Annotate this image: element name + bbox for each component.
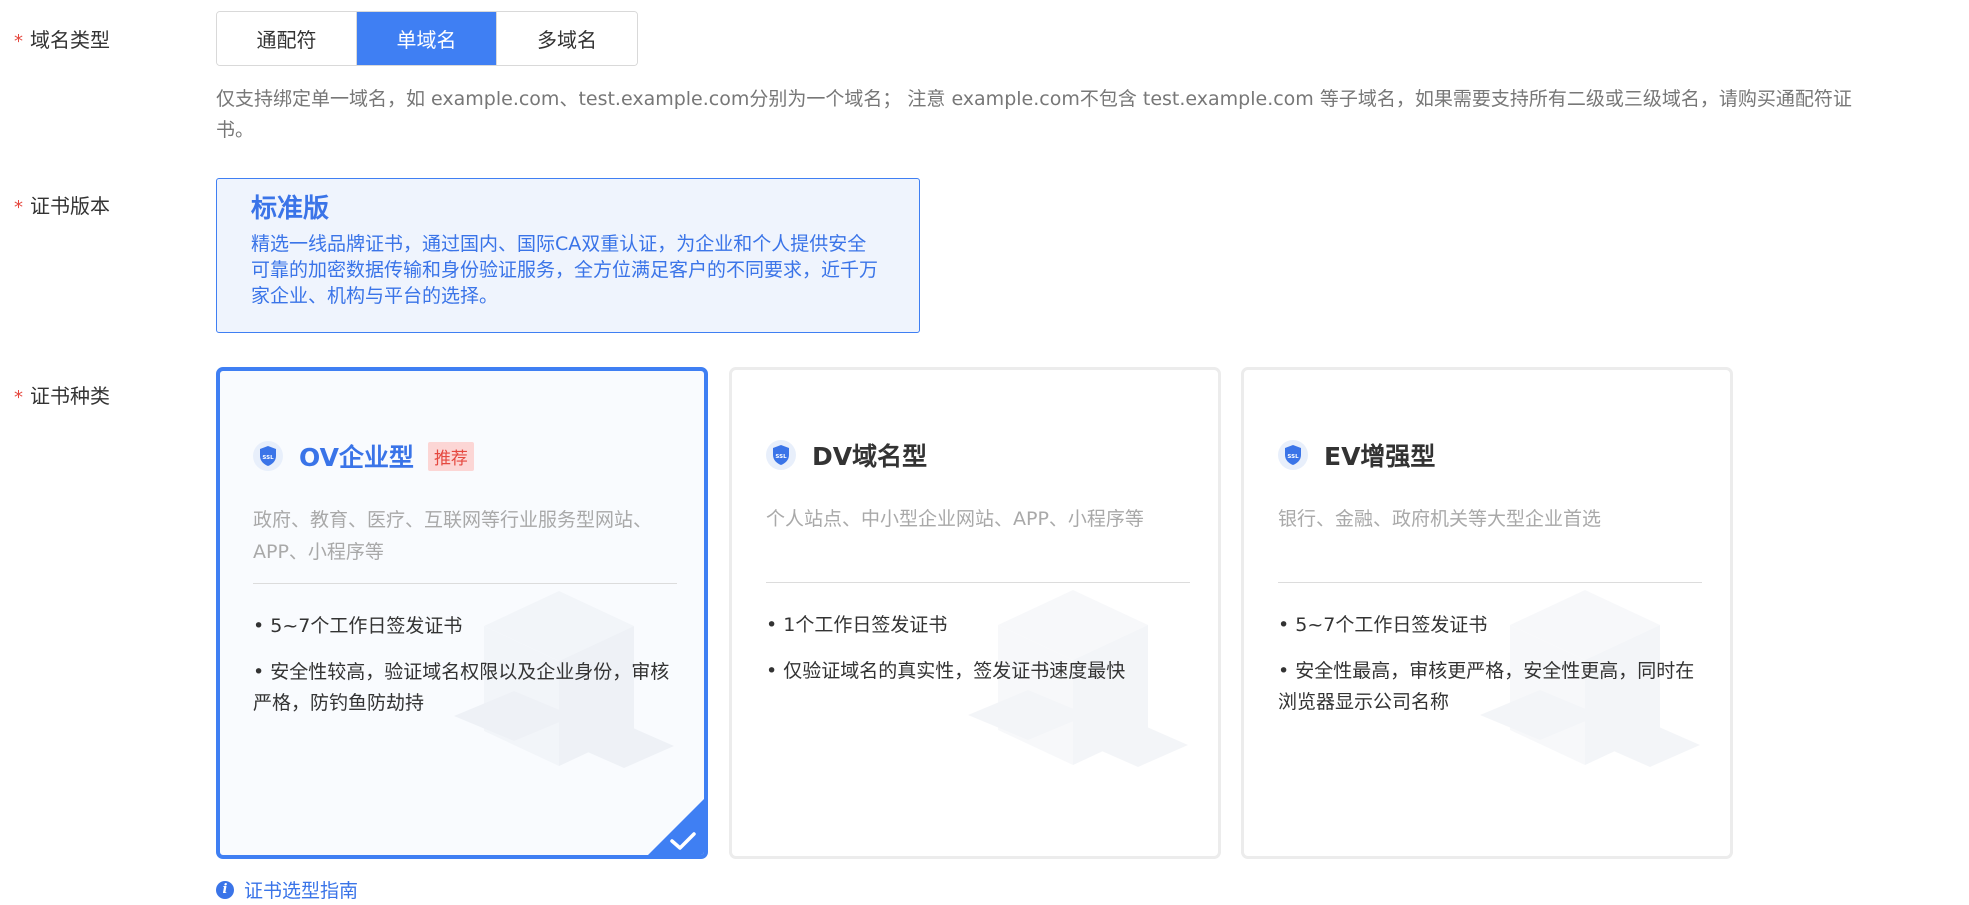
card-feature: • 仅验证域名的真实性，签发证书速度最快 <box>766 660 1126 682</box>
ssl-shield-icon: SSL <box>766 440 796 470</box>
card-features: • 5~7个工作日签发证书 • 安全性最高，审核更严格，安全性更高，同时在浏览器… <box>1278 610 1708 733</box>
cert-version-desc: 精选一线品牌证书，通过国内、国际CA双重认证，为企业和个人提供安全可靠的加密数据… <box>251 233 879 307</box>
card-features: • 5~7个工作日签发证书 • 安全性较高，验证域名权限以及企业身份，审核严格，… <box>253 611 683 734</box>
info-icon: i <box>216 880 234 899</box>
domain-type-single-button[interactable]: 单域名 <box>357 12 497 65</box>
cert-version-title: 标准版 <box>251 194 330 224</box>
card-subtitle: 政府、教育、医疗、互联网等行业服务型网站、APP、小程序等 <box>253 509 653 563</box>
domain-type-label: * 域名类型 <box>14 28 110 52</box>
card-features: • 1个工作日签发证书 • 仅验证域名的真实性，签发证书速度最快 <box>766 610 1196 702</box>
ssl-purchase-form: * 域名类型 通配符 单域名 多域名 仅支持绑定单一域名，如 example.co… <box>0 0 1969 905</box>
guide-link-text: 证书选型指南 <box>244 880 359 902</box>
required-mark: * <box>14 31 23 52</box>
card-divider <box>253 583 677 584</box>
card-subtitle: 银行、金融、政府机关等大型企业首选 <box>1278 508 1602 530</box>
ssl-shield-icon: SSL <box>253 441 283 471</box>
card-subtitle: 个人站点、中小型企业网站、APP、小程序等 <box>766 508 1144 530</box>
cert-version-standard-card[interactable]: 标准版 精选一线品牌证书，通过国内、国际CA双重认证，为企业和个人提供安全可靠的… <box>216 178 920 333</box>
recommend-badge: 推荐 <box>427 441 474 471</box>
domain-type-hint: 仅支持绑定单一域名，如 example.com、test.example.com… <box>216 88 1852 141</box>
card-header: SSL OV企业型 推荐 <box>253 438 474 474</box>
card-title: EV增强型 <box>1324 442 1436 471</box>
card-feature: • 1个工作日签发证书 <box>766 614 948 636</box>
card-feature: • 5~7个工作日签发证书 <box>1278 614 1488 636</box>
domain-type-multi-button[interactable]: 多域名 <box>497 12 637 65</box>
cert-type-card-ov[interactable]: SSL OV企业型 推荐 政府、教育、医疗、互联网等行业服务型网站、APP、小程… <box>216 367 708 859</box>
card-feature: • 安全性最高，审核更严格，安全性更高，同时在浏览器显示公司名称 <box>1278 660 1695 713</box>
svg-text:SSL: SSL <box>262 455 274 461</box>
card-feature: • 5~7个工作日签发证书 <box>253 615 463 637</box>
required-mark: * <box>14 197 23 218</box>
ssl-shield-icon: SSL <box>1278 440 1308 470</box>
domain-type-selector: 通配符 单域名 多域名 <box>216 11 638 66</box>
domain-type-wildcard-button[interactable]: 通配符 <box>217 12 357 65</box>
cert-type-card-ev[interactable]: SSL EV增强型 银行、金融、政府机关等大型企业首选 • 5~7个工作日签发证… <box>1241 367 1733 859</box>
cert-version-label: * 证书版本 <box>14 194 110 218</box>
card-header: SSL EV增强型 <box>1278 437 1435 473</box>
cert-type-label: * 证书种类 <box>14 384 110 408</box>
card-divider <box>766 582 1190 583</box>
card-title: DV域名型 <box>812 442 928 471</box>
cert-type-card-dv[interactable]: SSL DV域名型 个人站点、中小型企业网站、APP、小程序等 • 1个工作日签… <box>729 367 1221 859</box>
selected-check-icon <box>648 799 704 855</box>
required-mark: * <box>14 387 23 408</box>
svg-text:SSL: SSL <box>1287 454 1299 460</box>
card-feature: • 安全性较高，验证域名权限以及企业身份，审核严格，防钓鱼防劫持 <box>253 661 670 714</box>
card-divider <box>1278 582 1702 583</box>
svg-text:SSL: SSL <box>775 454 787 460</box>
card-title: OV企业型 <box>299 443 414 472</box>
card-header: SSL DV域名型 <box>766 437 927 473</box>
cert-selection-guide-link[interactable]: i 证书选型指南 <box>216 876 358 903</box>
